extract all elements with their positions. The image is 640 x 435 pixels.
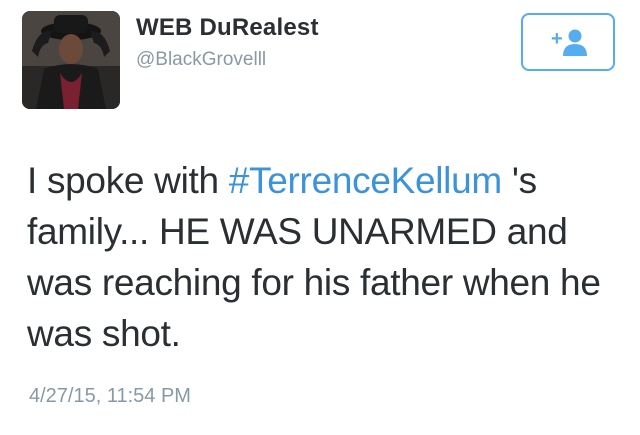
tweet-text: I spoke with #TerrenceKellum 's family..…	[27, 155, 627, 359]
tweet-text-lead: I spoke with	[27, 160, 229, 201]
add-user-icon: +	[551, 28, 587, 56]
avatar-photo	[22, 11, 120, 109]
user-handle[interactable]: @BlackGrovelll	[136, 49, 266, 71]
follow-button[interactable]: +	[521, 13, 615, 71]
tweet-timestamp[interactable]: 4/27/15, 11:54 PM	[29, 385, 191, 408]
svg-text:+: +	[551, 28, 563, 50]
avatar[interactable]	[22, 11, 120, 109]
display-name[interactable]: WEB DuRealest	[136, 14, 319, 42]
hashtag-link[interactable]: #TerrenceKellum	[229, 160, 502, 201]
